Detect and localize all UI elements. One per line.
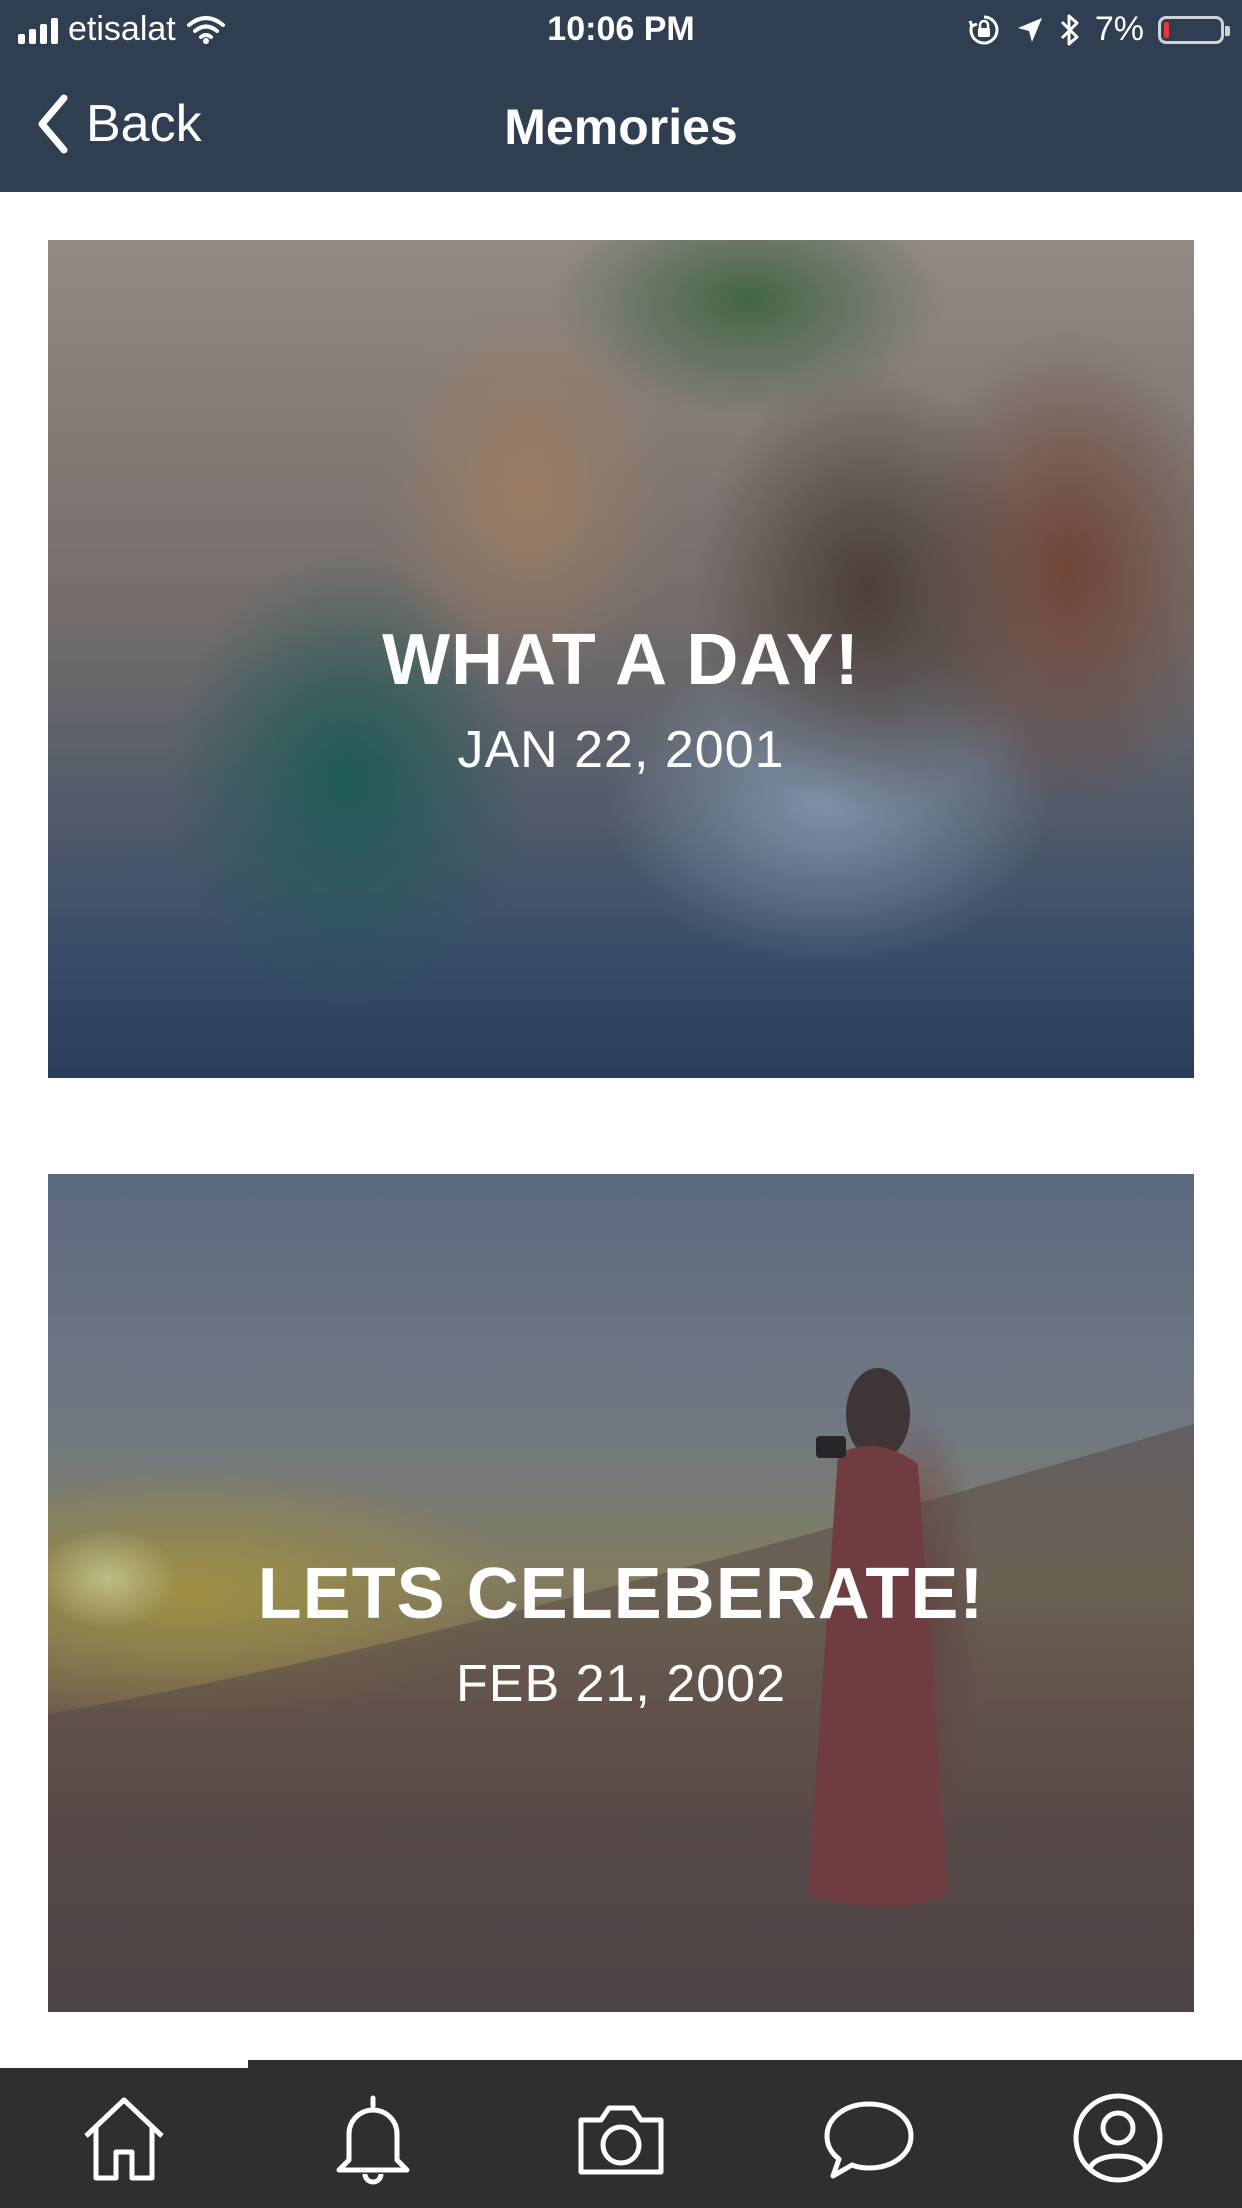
memories-screen: etisalat 10:06 PM 7% Back Memories WHAT … <box>0 0 1242 2208</box>
battery-icon <box>1158 15 1230 44</box>
tab-camera[interactable] <box>497 2068 745 2208</box>
tab-notifications[interactable] <box>248 2068 496 2208</box>
card-caption: WHAT A DAY! JAN 22, 2001 <box>48 620 1194 780</box>
tab-list <box>0 2068 1242 2208</box>
home-icon <box>84 2097 164 2181</box>
tab-bar <box>0 2060 1242 2208</box>
bluetooth-icon <box>1060 14 1079 45</box>
profile-icon <box>1073 2093 1163 2183</box>
tab-profile[interactable] <box>994 2068 1242 2208</box>
location-icon <box>1017 17 1042 42</box>
page-title: Memories <box>504 99 738 155</box>
memory-date: FEB 21, 2002 <box>456 1655 786 1713</box>
status-bar: etisalat 10:06 PM 7% <box>0 0 1242 60</box>
chat-icon <box>824 2101 914 2179</box>
card-caption: LETS CELEBERATE! FEB 21, 2002 <box>48 1554 1194 1714</box>
orientation-lock-icon <box>968 15 999 44</box>
camera-icon <box>578 2105 664 2175</box>
memory-date: JAN 22, 2001 <box>457 721 785 779</box>
memory-title: LETS CELEBERATE! <box>257 1554 985 1634</box>
bell-icon <box>336 2095 410 2185</box>
battery-percent: 7% <box>1094 10 1144 48</box>
tab-home[interactable] <box>0 2068 248 2208</box>
memory-card[interactable]: WHAT A DAY! JAN 22, 2001 <box>48 240 1194 1078</box>
memory-card[interactable]: LETS CELEBERATE! FEB 21, 2002 <box>48 1174 1194 2012</box>
status-right: 7% <box>967 10 1230 49</box>
top-bar: etisalat 10:06 PM 7% Back Memories <box>0 0 1242 192</box>
memory-title: WHAT A DAY! <box>382 620 860 700</box>
nav-bar: Back Memories <box>0 60 1242 192</box>
selected-tab-indicator <box>0 2060 248 2068</box>
tab-messages[interactable] <box>745 2068 993 2208</box>
